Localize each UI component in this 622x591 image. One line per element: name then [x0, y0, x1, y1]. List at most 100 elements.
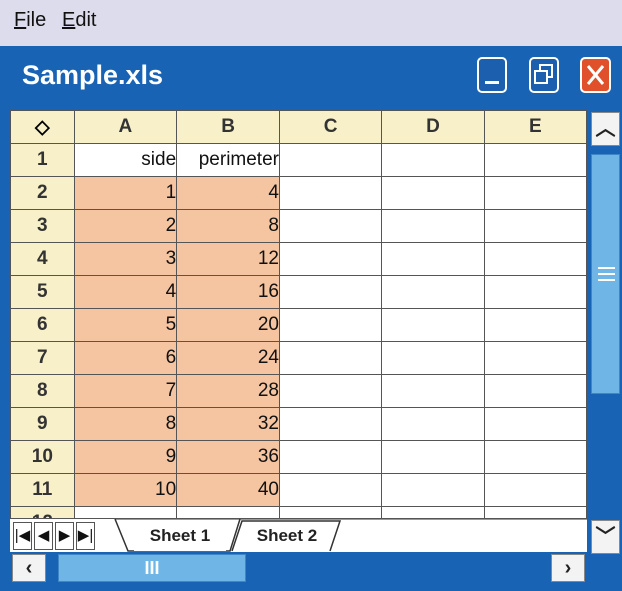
chevron-left-icon: ‹	[25, 557, 33, 579]
cell-b11[interactable]: 40	[176, 473, 280, 507]
cell-d7[interactable]	[381, 341, 485, 375]
cell-b12[interactable]	[176, 506, 280, 518]
cell-a10[interactable]: 9	[73, 440, 178, 474]
row-header[interactable]: 7	[10, 341, 75, 375]
cell-b2[interactable]: 4	[176, 176, 280, 210]
cell-d2[interactable]	[381, 176, 485, 210]
column-header-a[interactable]: A	[73, 110, 178, 144]
cell-d6[interactable]	[381, 308, 485, 342]
cell-e10[interactable]	[483, 440, 587, 474]
cell-a12[interactable]	[73, 506, 178, 518]
thumb-grip: III	[144, 558, 160, 578]
column-header-c[interactable]: C	[278, 110, 383, 144]
scroll-left-button[interactable]: ‹	[12, 554, 46, 582]
cell-c4[interactable]	[278, 242, 383, 276]
cell-a3[interactable]: 2	[73, 209, 178, 243]
cell-d3[interactable]	[381, 209, 485, 243]
cell-e4[interactable]	[483, 242, 587, 276]
cell-c11[interactable]	[278, 473, 383, 507]
cell-d5[interactable]	[381, 275, 485, 309]
cell-e8[interactable]	[483, 374, 587, 408]
column-header-d[interactable]: D	[381, 110, 485, 144]
menu-edit[interactable]: Edit	[62, 9, 96, 32]
cell-e1[interactable]	[483, 143, 587, 177]
row-header[interactable]: 8	[10, 374, 75, 408]
row-header[interactable]: 12	[10, 506, 75, 518]
row-header[interactable]: 10	[10, 440, 75, 474]
row-header[interactable]: 1	[10, 143, 75, 177]
row-header[interactable]: 2	[10, 176, 75, 210]
row-header[interactable]: 11	[10, 473, 75, 507]
table-row: 10 9 36	[10, 440, 587, 474]
scroll-up-button[interactable]: ︿	[591, 112, 620, 146]
cell-a1[interactable]: side	[73, 143, 178, 177]
cell-a7[interactable]: 6	[73, 341, 178, 375]
column-header-b[interactable]: B	[176, 110, 280, 144]
cell-e2[interactable]	[483, 176, 587, 210]
horizontal-scroll-thumb[interactable]: III	[58, 554, 246, 582]
scroll-down-button[interactable]: ﹀	[591, 520, 620, 554]
cell-d11[interactable]	[381, 473, 485, 507]
close-button[interactable]	[580, 57, 611, 93]
cell-e12[interactable]	[483, 506, 587, 518]
cell-e11[interactable]	[483, 473, 587, 507]
window-title: Sample.xls	[22, 60, 164, 90]
cell-d12[interactable]	[381, 506, 485, 518]
cell-e5[interactable]	[483, 275, 587, 309]
cell-c10[interactable]	[278, 440, 383, 474]
cell-b1[interactable]: perimeter	[176, 143, 280, 177]
row-header[interactable]: 4	[10, 242, 75, 276]
sheet-tab-1[interactable]: Sheet 1	[134, 521, 226, 551]
cell-c8[interactable]	[278, 374, 383, 408]
sheet-tab-2[interactable]: Sheet 2	[244, 521, 330, 551]
column-header-e[interactable]: E	[483, 110, 587, 144]
vertical-scroll-thumb[interactable]	[591, 154, 620, 394]
menu-file[interactable]: File	[14, 9, 46, 32]
select-all-corner[interactable]: ◇	[10, 110, 75, 144]
cell-c12[interactable]	[278, 506, 383, 518]
cell-b7[interactable]: 24	[176, 341, 280, 375]
cell-e9[interactable]	[483, 407, 587, 441]
cell-b4[interactable]: 12	[176, 242, 280, 276]
cell-d8[interactable]	[381, 374, 485, 408]
cell-a6[interactable]: 5	[73, 308, 178, 342]
restore-button[interactable]	[529, 57, 559, 93]
scroll-right-button[interactable]: ›	[551, 554, 585, 582]
horizontal-scrollbar[interactable]: ‹ III ›	[10, 552, 587, 583]
cell-b9[interactable]: 32	[176, 407, 280, 441]
row-header[interactable]: 3	[10, 209, 75, 243]
cell-a4[interactable]: 3	[73, 242, 178, 276]
cell-c5[interactable]	[278, 275, 383, 309]
cell-b5[interactable]: 16	[176, 275, 280, 309]
cell-a11[interactable]: 10	[73, 473, 178, 507]
cell-b3[interactable]: 8	[176, 209, 280, 243]
vertical-scrollbar[interactable]: ︿ ﹀	[589, 110, 622, 556]
cell-c3[interactable]	[278, 209, 383, 243]
cell-b10[interactable]: 36	[176, 440, 280, 474]
cell-d4[interactable]	[381, 242, 485, 276]
cell-d10[interactable]	[381, 440, 485, 474]
row-header[interactable]: 6	[10, 308, 75, 342]
row-header[interactable]: 5	[10, 275, 75, 309]
chevron-down-icon: ﹀	[595, 526, 616, 548]
cell-a5[interactable]: 4	[73, 275, 178, 309]
cell-a2[interactable]: 1	[73, 176, 178, 210]
cell-b6[interactable]: 20	[176, 308, 280, 342]
cell-c2[interactable]	[278, 176, 383, 210]
cell-e7[interactable]	[483, 341, 587, 375]
row-header[interactable]: 9	[10, 407, 75, 441]
cell-e6[interactable]	[483, 308, 587, 342]
spreadsheet-grid: ◇ A B C D E 1 side perimeter 2 1 4 3 2 8 4 3 12 5 4 16…	[10, 110, 587, 518]
cell-c1[interactable]	[278, 143, 383, 177]
cell-d9[interactable]	[381, 407, 485, 441]
cell-d1[interactable]	[381, 143, 485, 177]
cell-a8[interactable]: 7	[73, 374, 178, 408]
cell-c6[interactable]	[278, 308, 383, 342]
cell-b8[interactable]: 28	[176, 374, 280, 408]
cell-a9[interactable]: 8	[73, 407, 178, 441]
minimize-button[interactable]	[477, 57, 507, 93]
cell-c9[interactable]	[278, 407, 383, 441]
spreadsheet-app: File Edit Sample.xls ◇ A B C D E 1 side …	[0, 0, 622, 591]
cell-c7[interactable]	[278, 341, 383, 375]
cell-e3[interactable]	[483, 209, 587, 243]
